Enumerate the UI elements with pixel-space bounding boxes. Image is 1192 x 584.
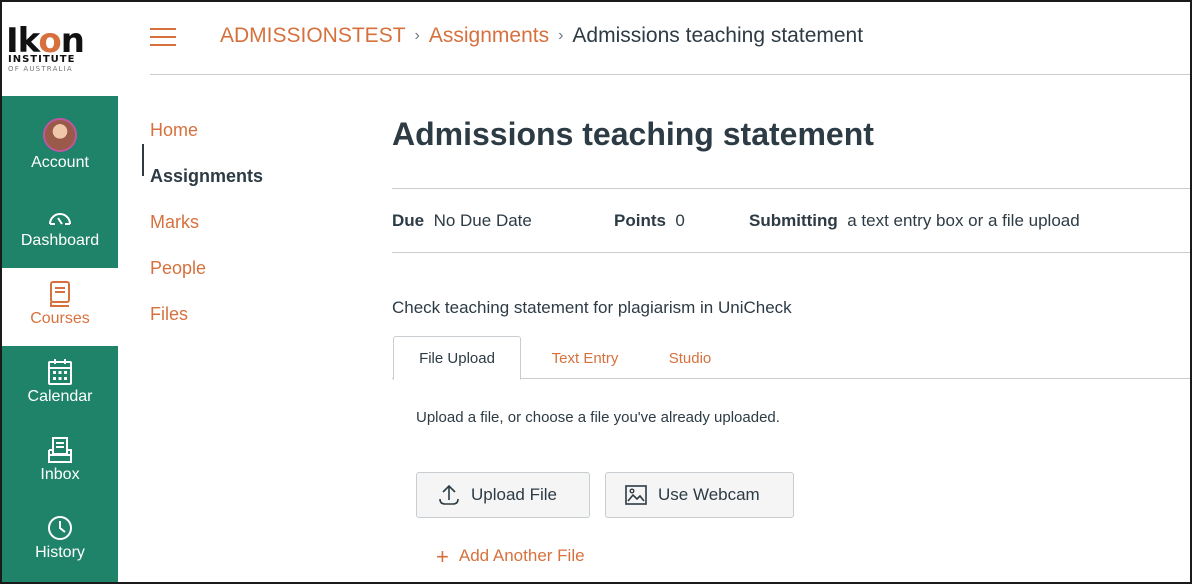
page-title: Admissions teaching statement [392,116,874,152]
upload-hint: Upload a file, or choose a file you've a… [416,409,780,426]
breadcrumb-separator: › [414,27,420,44]
use-webcam-button[interactable]: Use Webcam [605,472,794,518]
dashboard-icon [46,194,74,230]
global-nav-label: Dashboard [20,232,100,249]
due-date: Due No Due Date [392,211,532,230]
logo-wordmark: Ikon [6,21,85,61]
global-nav-dashboard[interactable]: Dashboard [2,190,118,268]
courses-icon [48,272,72,308]
course-nav-files[interactable]: Files [150,304,188,325]
add-another-file-label: Add Another File [458,546,585,565]
assignment-description: Check teaching statement for plagiarism … [392,298,792,317]
breadcrumb-course-link[interactable]: ADMISSIONSTEST [220,24,406,47]
breadcrumb-separator: › [558,27,564,44]
global-nav-history[interactable]: History [2,502,118,580]
logo-line-1: INSTITUTE [8,54,76,65]
global-nav-label: Inbox [40,466,80,483]
global-nav-label: Calendar [27,388,93,405]
course-nav-assignments[interactable]: Assignments [150,166,263,187]
breadcrumb-current: Admissions teaching statement [572,24,864,47]
course-nav-marks[interactable]: Marks [150,212,199,233]
institution-logo[interactable]: Ikon INSTITUTE OF AUSTRALIA [2,2,118,96]
header-divider [150,74,1190,75]
use-webcam-label: Use Webcam [658,485,760,504]
breadcrumb: ADMISSIONSTEST › Assignments › Admissions te… [220,24,863,48]
logo-line-2: OF AUSTRALIA [8,65,73,73]
global-nav-account[interactable]: Account [2,112,118,190]
tab-file-upload[interactable]: File Upload [393,336,521,380]
points: Points 0 [614,211,685,230]
hamburger-menu-icon[interactable] [150,28,176,46]
global-nav-label: Account [31,154,89,171]
inbox-icon [47,428,73,464]
tab-studio[interactable]: Studio [650,336,730,380]
upload-file-label: Upload File [471,485,557,504]
submission-types: Submitting a text entry box or a file up… [749,211,1080,230]
upload-file-button[interactable]: Upload File [416,472,590,518]
course-nav-active-indicator [142,144,144,176]
tab-text-entry[interactable]: Text Entry [534,336,636,380]
plus-icon: + [436,543,449,569]
global-nav-label: Courses [30,310,90,327]
calendar-icon [47,350,73,386]
details-top-divider [392,188,1190,189]
add-another-file-link[interactable]: + Add Another File [436,543,585,569]
global-nav-calendar[interactable]: Calendar [2,346,118,424]
course-nav-people[interactable]: People [150,258,206,279]
details-bottom-divider [392,252,1190,253]
history-icon [46,506,74,542]
global-nav: Ikon INSTITUTE OF AUSTRALIA Account Dash… [2,2,118,582]
global-nav-label: History [35,544,85,561]
breadcrumb-assignments-link[interactable]: Assignments [429,24,549,47]
app-window: Ikon INSTITUTE OF AUSTRALIA Account Dash… [0,0,1192,584]
upload-icon [437,483,461,507]
image-icon [624,484,648,506]
course-nav-home[interactable]: Home [150,120,198,141]
global-nav-courses[interactable]: Courses [2,268,118,346]
global-nav-inbox[interactable]: Inbox [2,424,118,502]
avatar [43,118,77,152]
